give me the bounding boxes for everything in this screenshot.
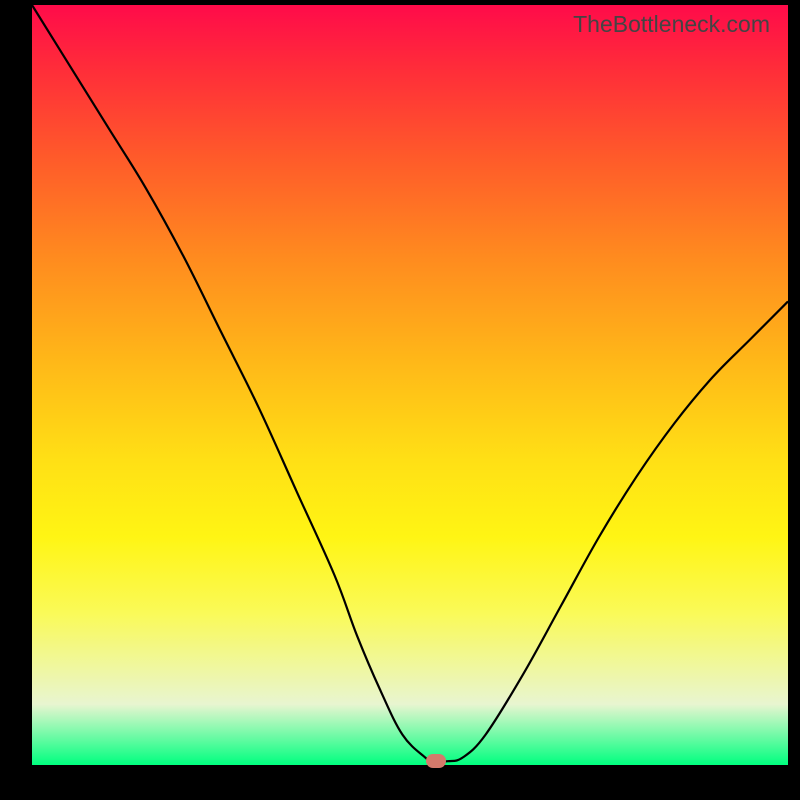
bottleneck-curve <box>32 5 788 765</box>
optimal-point-marker <box>426 754 446 768</box>
watermark-text: TheBottleneck.com <box>573 11 770 38</box>
bottleneck-chart: TheBottleneck.com <box>32 5 788 765</box>
